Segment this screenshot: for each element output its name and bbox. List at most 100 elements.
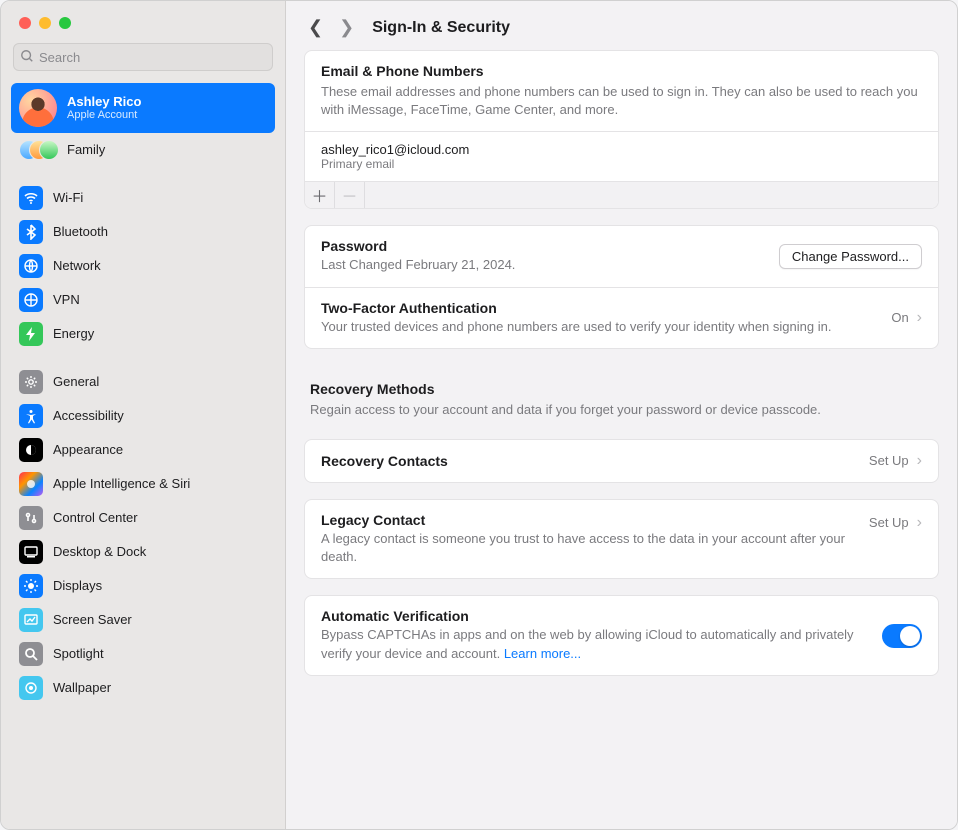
sidebar-item-label: Displays <box>53 578 102 594</box>
chevron-right-icon: › <box>917 309 922 327</box>
avatar <box>19 89 57 127</box>
gear-icon <box>19 370 43 394</box>
legacy-desc: A legacy contact is someone you trust to… <box>321 530 857 566</box>
email-sub: Primary email <box>321 157 922 171</box>
email-phone-card: Email & Phone Numbers These email addres… <box>304 50 939 209</box>
twofa-title: Two-Factor Authentication <box>321 300 879 316</box>
auto-verification-card: Automatic Verification Bypass CAPTCHAs i… <box>304 595 939 675</box>
sidebar-item-label: Wallpaper <box>53 680 111 696</box>
control-center-icon <box>19 506 43 530</box>
accessibility-icon <box>19 404 43 428</box>
remove-button: － <box>335 182 365 208</box>
sidebar-item-label: Apple Intelligence & Siri <box>53 476 190 492</box>
sidebar-item-wifi[interactable]: Wi-Fi <box>11 181 275 215</box>
sidebar-item-displays[interactable]: Displays <box>11 569 275 603</box>
family-avatars-icon <box>19 138 57 162</box>
recovery-section-header: Recovery Methods Regain access to your a… <box>304 365 939 423</box>
twofa-row[interactable]: Two-Factor Authentication Your trusted d… <box>305 288 938 348</box>
sidebar-item-appearance[interactable]: Appearance <box>11 433 275 467</box>
change-password-button[interactable]: Change Password... <box>779 244 922 269</box>
add-remove-bar: ＋ － <box>305 181 938 208</box>
zoom-window-button[interactable] <box>59 17 71 29</box>
sidebar-item-general[interactable]: General <box>11 365 275 399</box>
sidebar-item-label: Accessibility <box>53 408 124 424</box>
sidebar-item-accessibility[interactable]: Accessibility <box>11 399 275 433</box>
email-section-desc: These email addresses and phone numbers … <box>321 83 922 119</box>
sidebar-item-label: Screen Saver <box>53 612 132 628</box>
sidebar-item-label: Appearance <box>53 442 123 458</box>
search-icon <box>20 49 34 66</box>
bluetooth-icon <box>19 220 43 244</box>
password-title: Password <box>321 238 767 254</box>
password-row: Password Last Changed February 21, 2024.… <box>305 226 938 286</box>
sidebar-item-label: Network <box>53 258 101 274</box>
energy-icon <box>19 322 43 346</box>
chevron-right-icon: › <box>917 514 922 532</box>
spotlight-icon <box>19 642 43 666</box>
sidebar-item-energy[interactable]: Energy <box>11 317 275 351</box>
recovery-contacts-row[interactable]: Recovery Contacts Set Up › <box>305 440 938 482</box>
legacy-title: Legacy Contact <box>321 512 857 528</box>
recovery-contacts-action: Set Up <box>869 453 909 468</box>
wallpaper-icon <box>19 676 43 700</box>
sidebar-item-label: Energy <box>53 326 94 342</box>
auto-verification-row: Automatic Verification Bypass CAPTCHAs i… <box>305 596 938 674</box>
screen-saver-icon <box>19 608 43 632</box>
sidebar-item-label: VPN <box>53 292 80 308</box>
legacy-contact-card: Legacy Contact A legacy contact is someo… <box>304 499 939 579</box>
close-window-button[interactable] <box>19 17 31 29</box>
wifi-icon <box>19 186 43 210</box>
sidebar: Ashley Rico Apple Account Family Wi-Fi B… <box>1 1 286 829</box>
sidebar-item-label: Desktop & Dock <box>53 544 146 560</box>
sidebar-item-label: Bluetooth <box>53 224 108 240</box>
learn-more-link[interactable]: Learn more... <box>504 646 581 661</box>
email-value: ashley_rico1@icloud.com <box>321 142 922 157</box>
appearance-icon <box>19 438 43 462</box>
sidebar-item-label: General <box>53 374 99 390</box>
legacy-contact-row[interactable]: Legacy Contact A legacy contact is someo… <box>305 500 938 578</box>
twofa-desc: Your trusted devices and phone numbers a… <box>321 318 879 336</box>
sidebar-item-vpn[interactable]: VPN <box>11 283 275 317</box>
sidebar-item-network[interactable]: Network <box>11 249 275 283</box>
main-content: ❮ ❯ Sign-In & Security Email & Phone Num… <box>286 1 957 829</box>
window: Ashley Rico Apple Account Family Wi-Fi B… <box>0 0 958 830</box>
recovery-head-desc: Regain access to your account and data i… <box>310 401 933 419</box>
search-input[interactable] <box>39 50 266 65</box>
recovery-head-title: Recovery Methods <box>310 365 933 397</box>
siri-icon <box>19 472 43 496</box>
auto-verification-toggle[interactable] <box>882 624 922 648</box>
password-desc: Last Changed February 21, 2024. <box>321 256 767 274</box>
chevron-right-icon: › <box>917 452 922 470</box>
autoverify-title: Automatic Verification <box>321 608 870 624</box>
page-title: Sign-In & Security <box>372 19 510 37</box>
desktop-dock-icon <box>19 540 43 564</box>
sidebar-item-apple-account[interactable]: Ashley Rico Apple Account <box>11 83 275 133</box>
email-entry-row[interactable]: ashley_rico1@icloud.com Primary email <box>305 132 938 181</box>
sidebar-item-wallpaper[interactable]: Wallpaper <box>11 671 275 705</box>
sidebar-item-control-center[interactable]: Control Center <box>11 501 275 535</box>
twofa-status: On <box>891 310 908 325</box>
password-2fa-card: Password Last Changed February 21, 2024.… <box>304 225 939 348</box>
nav-back-button[interactable]: ❮ <box>308 17 323 38</box>
recovery-contacts-card: Recovery Contacts Set Up › <box>304 439 939 483</box>
autoverify-desc: Bypass CAPTCHAs in apps and on the web b… <box>321 626 870 662</box>
add-button[interactable]: ＋ <box>305 182 335 208</box>
email-section-title: Email & Phone Numbers <box>321 63 922 79</box>
vpn-icon <box>19 288 43 312</box>
sidebar-item-bluetooth[interactable]: Bluetooth <box>11 215 275 249</box>
search-field[interactable] <box>13 43 273 71</box>
sidebar-item-siri[interactable]: Apple Intelligence & Siri <box>11 467 275 501</box>
nav-forward-button: ❯ <box>339 17 354 38</box>
header: ❮ ❯ Sign-In & Security <box>286 1 957 50</box>
legacy-action: Set Up <box>869 515 909 530</box>
sidebar-item-family[interactable]: Family <box>11 133 275 167</box>
sidebar-item-screen-saver[interactable]: Screen Saver <box>11 603 275 637</box>
sidebar-item-desktop-dock[interactable]: Desktop & Dock <box>11 535 275 569</box>
displays-icon <box>19 574 43 598</box>
account-name: Ashley Rico <box>67 94 141 110</box>
network-icon <box>19 254 43 278</box>
sidebar-item-label: Family <box>67 142 105 158</box>
minimize-window-button[interactable] <box>39 17 51 29</box>
sidebar-item-spotlight[interactable]: Spotlight <box>11 637 275 671</box>
recovery-contacts-title: Recovery Contacts <box>321 453 857 469</box>
